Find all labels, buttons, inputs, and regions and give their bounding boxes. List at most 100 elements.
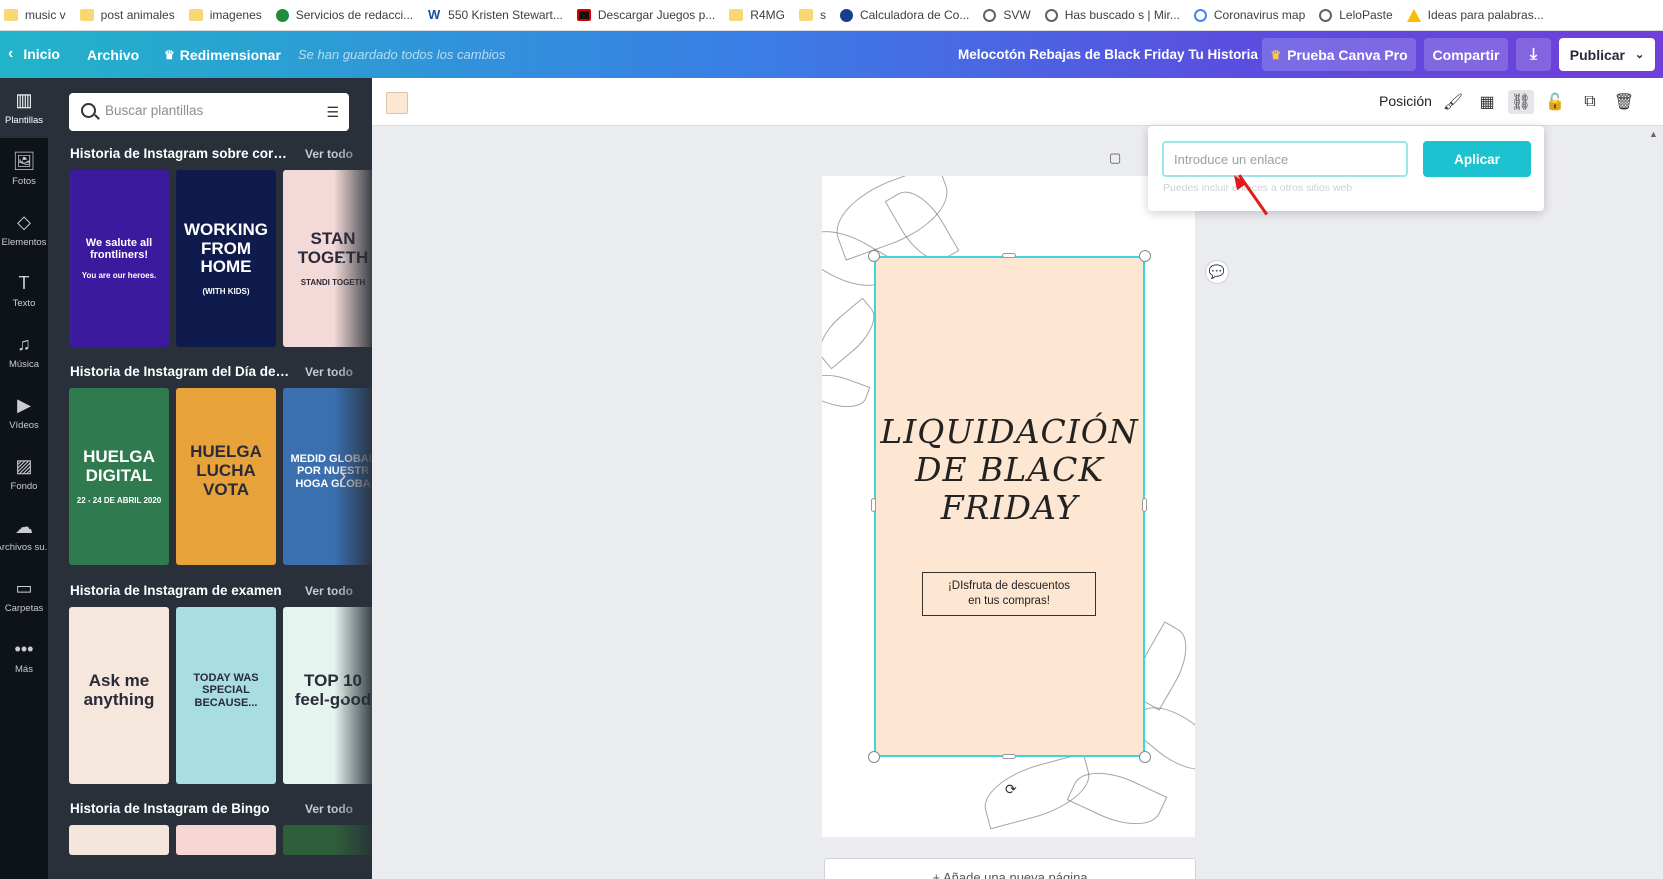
bookmark-item[interactable]: music v (4, 8, 66, 22)
resize-button[interactable]: ♛ Redimensionar (164, 47, 281, 63)
scroll-up-icon[interactable]: ▲ (1649, 129, 1658, 139)
rail-item-background[interactable]: ▨ Fondo (0, 444, 48, 504)
rail-item-uploads[interactable]: ☁ Archivos su... (0, 505, 53, 565)
left-rail: ▥ Plantillas 🖼 Fotos ◇ Elementos T Texto ♫ Música… (0, 78, 53, 879)
bookmark-item[interactable]: Ideas para palabras... (1406, 8, 1544, 22)
rotate-icon[interactable]: ⟳ (1005, 781, 1017, 798)
bookmark-item[interactable]: LeloPaste (1319, 8, 1393, 22)
template-thumbnail[interactable] (176, 825, 276, 855)
bookmark-item[interactable]: R4MG (729, 8, 785, 22)
music-icon: ♫ (17, 334, 31, 354)
download-icon: ⤓ (1529, 45, 1538, 63)
template-thumbnail[interactable]: TODAY WAS SPECIAL BECAUSE... (176, 607, 276, 784)
bookmark-item[interactable]: Has buscado s | Mir... (1044, 8, 1180, 22)
file-menu[interactable]: Archivo (87, 47, 139, 63)
text-icon: T (18, 273, 30, 293)
rail-item-text[interactable]: T Texto (0, 261, 48, 321)
bookmark-item[interactable]: SVW (983, 8, 1031, 22)
bookmark-label: Calculadora de Co... (859, 8, 970, 22)
bookmark-item[interactable]: Servicios de redacci... (275, 8, 413, 22)
link-input[interactable] (1162, 141, 1408, 177)
resize-handle[interactable] (1139, 751, 1151, 763)
position-button[interactable]: Posición (1379, 93, 1432, 109)
try-pro-button[interactable]: ♛ Prueba Canva Pro (1262, 38, 1416, 71)
rail-label: Música (8, 359, 40, 370)
bookmark-item[interactable]: W 550 Kristen Stewart... (427, 8, 563, 22)
home-button[interactable]: ‹ Inicio (8, 45, 60, 63)
resize-handle[interactable] (868, 751, 880, 763)
resize-handle[interactable] (1002, 754, 1016, 759)
rail-label: Texto (12, 298, 36, 309)
rail-item-folder[interactable]: ▭ Carpetas (0, 566, 48, 626)
rail-item-video[interactable]: ▶ Vídeos (0, 383, 48, 443)
more-icon: ••• (14, 639, 34, 659)
resize-handle[interactable] (1139, 250, 1151, 262)
add-comment-icon[interactable]: 💬 (1205, 260, 1229, 284)
bookmark-item[interactable]: Coronavirus map (1193, 8, 1305, 22)
download-button[interactable]: ⤓ (1516, 38, 1551, 71)
template-thumbnail[interactable]: WORKING FROM HOME (WITH KIDS) (176, 170, 276, 347)
chevron-down-icon: ⌄ (1635, 49, 1645, 61)
section-title: Historia de Instagram del Día de la... (70, 364, 290, 379)
lock-icon[interactable]: 🔓 (1542, 90, 1568, 114)
transparency-icon[interactable]: ▦ (1474, 90, 1500, 114)
bookmark-item[interactable]: Calculadora de Co... (839, 8, 970, 22)
rail-item-elements[interactable]: ◇ Elementos (0, 200, 48, 260)
resize-handle[interactable] (1002, 253, 1016, 258)
link-hint: Puedes incluir enlaces a otros sitios we… (1163, 182, 1353, 194)
notes-icon[interactable]: ▢ (1109, 150, 1121, 166)
publish-label: Publicar (1569, 46, 1626, 63)
folder-icon (188, 9, 203, 21)
folder-icon (79, 9, 94, 21)
thumbnail-title: HUELGA LUCHA VOTA (190, 442, 262, 499)
video-icon: ▶ (17, 395, 31, 415)
rail-item-more[interactable]: ••• Más (0, 627, 48, 687)
bookmark-label: SVW (1003, 8, 1031, 22)
color-swatch[interactable] (386, 92, 408, 114)
thumbnail-subtitle: (WITH KIDS) (202, 287, 250, 297)
bookmark-item[interactable]: Descargar Juegos p... (576, 8, 716, 22)
design-cta-box[interactable]: ¡DIsfruta de descuentos en tus compras! (922, 572, 1096, 616)
template-thumbnail[interactable] (69, 825, 169, 855)
trash-icon[interactable]: 🗑 (1611, 90, 1637, 114)
thumbnail-subtitle: 22 - 24 DE ABRIL 2020 (76, 495, 162, 505)
photos-icon: 🖼 (12, 151, 36, 171)
template-thumbnail[interactable]: HUELGA LUCHA VOTA (176, 388, 276, 565)
add-page-button[interactable]: + Añade una nueva página (824, 858, 1196, 879)
bookmark-item[interactable]: s (798, 8, 826, 22)
site-icon (1319, 8, 1333, 22)
template-thumbnail[interactable]: We salute all frontliners! You are our he… (69, 170, 169, 347)
duplicate-icon[interactable]: ⧉ (1577, 90, 1603, 114)
link-icon[interactable]: ⛓ (1508, 90, 1534, 114)
publish-button[interactable]: Publicar ⌄ (1559, 38, 1655, 71)
paint-format-icon[interactable]: 🖌 (1440, 90, 1466, 114)
site-icon (1193, 8, 1207, 22)
share-button[interactable]: Compartir (1424, 38, 1508, 71)
folder-icon (4, 9, 18, 21)
link-popup: Aplicar Puedes incluir enlaces a otros s… (1148, 126, 1544, 211)
bookmark-item[interactable]: imagenes (188, 8, 262, 22)
rail-item-templates[interactable]: ▥ Plantillas (0, 78, 48, 138)
site-icon (576, 9, 591, 21)
search-input[interactable] (105, 103, 305, 118)
template-thumbnail[interactable]: HUELGA DIGITAL 22 - 24 DE ABRIL 2020 (69, 388, 169, 565)
elements-icon: ◇ (17, 212, 31, 232)
filter-icon[interactable]: ☰ (326, 104, 339, 121)
resize-handle[interactable] (868, 250, 880, 262)
bookmark-label: Descargar Juegos p... (597, 8, 716, 22)
design-cta-text: ¡DIsfruta de descuentos en tus compras! (947, 580, 1071, 607)
chevron-left-icon: ‹ (8, 45, 14, 62)
bookmark-item[interactable]: post animales (79, 8, 175, 22)
rail-item-photos[interactable]: 🖼 Fotos (0, 139, 48, 199)
uploads-icon: ☁ (15, 517, 33, 537)
rail-item-music[interactable]: ♫ Música (0, 322, 48, 382)
apply-button[interactable]: Aplicar (1423, 141, 1531, 177)
design-headline[interactable]: LIQUIDACIÓN DE BLACK FRIDAY (874, 413, 1145, 527)
section-title: Historia de Instagram de Bingo (70, 801, 270, 816)
bookmark-label: s (819, 8, 826, 22)
template-thumbnail[interactable]: Ask me anything (69, 607, 169, 784)
folder-icon (798, 9, 813, 21)
site-icon: W (427, 7, 442, 22)
document-title[interactable]: Melocotón Rebajas de Black Friday Tu His… (958, 47, 1258, 62)
panel-fade (334, 138, 372, 879)
